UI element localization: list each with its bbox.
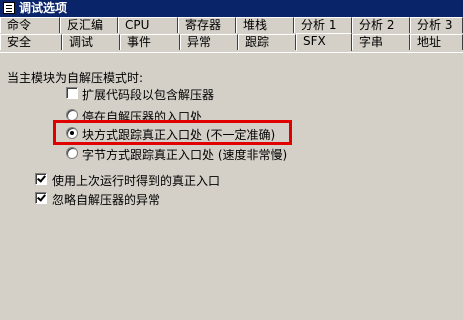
tab-row-2: 安全 调试 事件 异常 跟踪 SFX 字串 地址 (0, 33, 463, 51)
tab-events[interactable]: 事件 (120, 34, 180, 50)
window-title: 调试选项 (19, 1, 68, 15)
radio-byte-trace[interactable] (66, 147, 78, 159)
tab-sfx[interactable]: SFX (296, 33, 352, 51)
tab-stack[interactable]: 堆栈 (236, 17, 294, 33)
radio-block-trace[interactable] (66, 127, 78, 139)
tab-security[interactable]: 安全 (0, 34, 62, 50)
radio-block-trace-label[interactable]: 块方式跟踪真正入口处 (不一定准确) (82, 126, 275, 143)
tab-disassembler[interactable]: 反汇编 (60, 17, 118, 33)
ignore-exceptions-checkbox[interactable] (35, 192, 47, 204)
sfx-group-label: 当主模块为自解压模式时: (7, 71, 144, 85)
tab-exceptions[interactable]: 异常 (180, 34, 238, 50)
tab-debug[interactable]: 调试 (62, 34, 120, 50)
title-bar: 调试选项 (0, 0, 463, 17)
tab-addresses[interactable]: 地址 (410, 34, 463, 50)
radio-byte-trace-label[interactable]: 字节方式跟踪真正入口处 (速度非常慢) (82, 146, 287, 163)
extend-code-checkbox[interactable] (66, 87, 78, 99)
tab-cpu[interactable]: CPU (118, 17, 178, 33)
extend-code-label[interactable]: 扩展代码段以包含解压器 (82, 86, 214, 103)
tab-row-1: 命令 反汇编 CPU 寄存器 堆栈 分析 1 分析 2 分析 3 (0, 17, 463, 34)
ignore-exceptions-label[interactable]: 忽略自解压器的异常 (52, 191, 160, 208)
tab-analysis-3[interactable]: 分析 3 (410, 17, 463, 33)
tab-command[interactable]: 命令 (0, 17, 60, 33)
tab-strings[interactable]: 字串 (352, 34, 410, 50)
sfx-panel: 当主模块为自解压模式时: 扩展代码段以包含解压器 停在自解压器的入口处 块方式跟… (0, 52, 463, 320)
use-last-entry-label[interactable]: 使用上次运行时得到的真正入口 (52, 172, 220, 189)
app-icon (3, 2, 15, 14)
tab-analysis-1[interactable]: 分析 1 (294, 17, 352, 33)
tab-analysis-2[interactable]: 分析 2 (352, 17, 410, 33)
tab-registers[interactable]: 寄存器 (178, 17, 236, 33)
tab-trace[interactable]: 跟踪 (238, 34, 296, 50)
use-last-entry-checkbox[interactable] (35, 173, 47, 185)
